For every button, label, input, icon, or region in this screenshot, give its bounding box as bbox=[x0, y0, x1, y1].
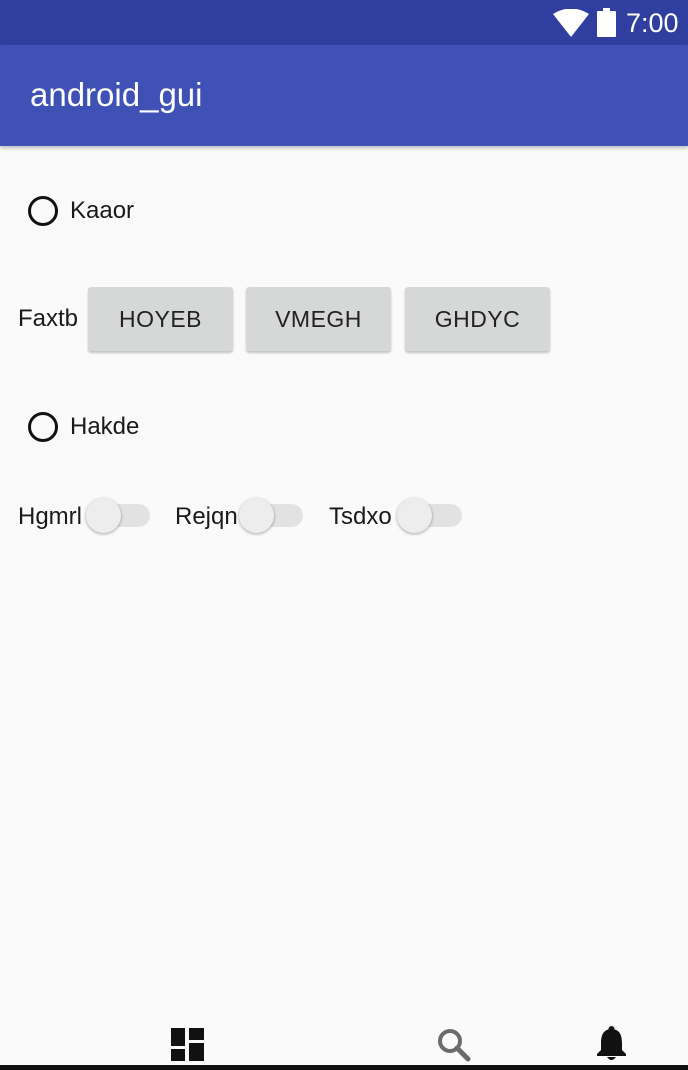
radio-circle-icon[interactable] bbox=[28, 196, 58, 226]
wifi-icon bbox=[553, 9, 589, 37]
radio-circle-icon[interactable] bbox=[28, 412, 58, 442]
switch-label-hgmrl: Hgmrl bbox=[18, 503, 82, 530]
switch-label-rejqn: Rejqn bbox=[175, 503, 238, 530]
app-bar: android_gui bbox=[0, 45, 688, 146]
search-icon[interactable] bbox=[437, 1028, 471, 1062]
radio-label: Kaaor bbox=[70, 197, 135, 224]
status-bar: 7:00 bbox=[0, 0, 688, 45]
switch-thumb-hgmrl[interactable] bbox=[86, 498, 121, 533]
hoyeb-button[interactable]: HOYEB bbox=[88, 287, 233, 351]
button-group-label: Faxtb bbox=[18, 305, 79, 332]
switch-thumb-rejqn[interactable] bbox=[239, 498, 274, 533]
radio-label: Hakde bbox=[70, 413, 140, 440]
battery-icon bbox=[597, 8, 616, 37]
switch-label-tsdxo: Tsdxo bbox=[329, 503, 392, 530]
app-title: android_gui bbox=[30, 76, 203, 113]
radio-hakde[interactable]: Hakde bbox=[28, 407, 139, 447]
status-time: 7:00 bbox=[626, 8, 679, 38]
switch-thumb-tsdxo[interactable] bbox=[397, 498, 432, 533]
radio-kaaor[interactable]: Kaaor bbox=[28, 191, 134, 231]
vmegh-button[interactable]: VMEGH bbox=[246, 287, 391, 351]
bottom-edge bbox=[0, 1065, 688, 1070]
ghdyc-button[interactable]: GHDYC bbox=[405, 287, 550, 351]
dashboard-icon[interactable] bbox=[171, 1028, 204, 1061]
notifications-icon[interactable] bbox=[596, 1026, 627, 1062]
